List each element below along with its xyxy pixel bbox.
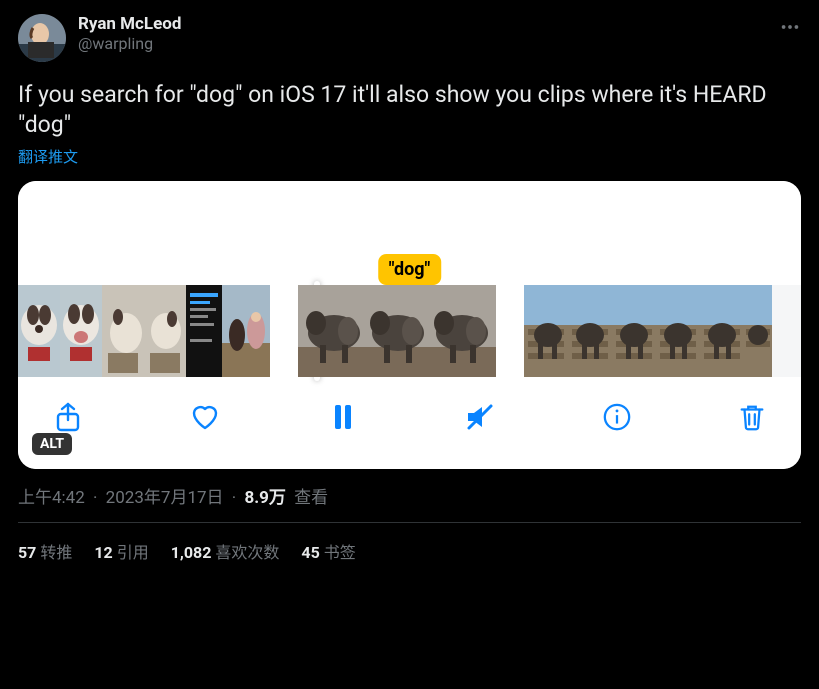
thumbnail [298,285,364,377]
tweet-meta[interactable]: 上午4:42 · 2023年7月17日 · 8.9万 查看 [18,483,801,508]
thumbnail [568,285,612,377]
likes-stat[interactable]: 1,082喜欢次数 [171,539,280,563]
thumbnail [144,285,186,377]
thumbnail [102,285,144,377]
thumbnail [430,285,496,377]
user-name-block[interactable]: Ryan McLeod @warpling [78,14,779,54]
clip-group-3 [524,285,772,377]
translate-link[interactable]: 翻译推文 [18,146,801,167]
thumbnail [60,285,102,377]
mute-icon[interactable] [464,401,496,433]
thumbnail [186,285,222,377]
retweets-stat[interactable]: 57转推 [18,539,72,563]
media-attachment[interactable]: "dog" [18,181,801,469]
user-handle: @warpling [78,34,779,53]
ios-toolbar [18,377,801,469]
search-term-tag: "dog" [378,254,442,285]
video-timeline-strip[interactable] [18,285,801,377]
heart-icon[interactable] [189,401,221,433]
thumbnail [656,285,700,377]
thumbnail [744,285,772,377]
thumbnail [364,285,430,377]
clip-gap [496,285,524,377]
tweet-time: 上午4:42 [18,488,85,508]
clip-group-1 [18,285,270,377]
thumbnail [222,285,270,377]
engagement-stats: 57转推 12引用 1,082喜欢次数 45书签 [18,523,801,563]
views-label: 查看 [294,488,328,508]
views-count: 8.9万 [244,488,285,508]
clip-gap [270,285,298,377]
thumbnail [18,285,60,377]
more-icon[interactable] [779,14,801,38]
tweet-header: Ryan McLeod @warpling [18,14,801,62]
info-icon[interactable] [602,402,632,432]
share-icon[interactable] [52,401,84,433]
pause-icon[interactable] [327,401,359,433]
trash-icon[interactable] [737,402,767,432]
clip-group-2 [298,285,496,377]
tweet-container: Ryan McLeod @warpling If you search for … [0,0,819,563]
display-name: Ryan McLeod [78,14,779,34]
avatar[interactable] [18,14,66,62]
media-top-area: "dog" [18,181,801,285]
tweet-text: If you search for "dog" on iOS 17 it'll … [18,80,801,140]
quotes-stat[interactable]: 12引用 [94,539,148,563]
thumbnail [700,285,744,377]
thumbnail [524,285,568,377]
bookmarks-stat[interactable]: 45书签 [301,539,355,563]
thumbnail [612,285,656,377]
alt-badge[interactable]: ALT [32,433,72,455]
tweet-date: 2023年7月17日 [106,488,224,508]
